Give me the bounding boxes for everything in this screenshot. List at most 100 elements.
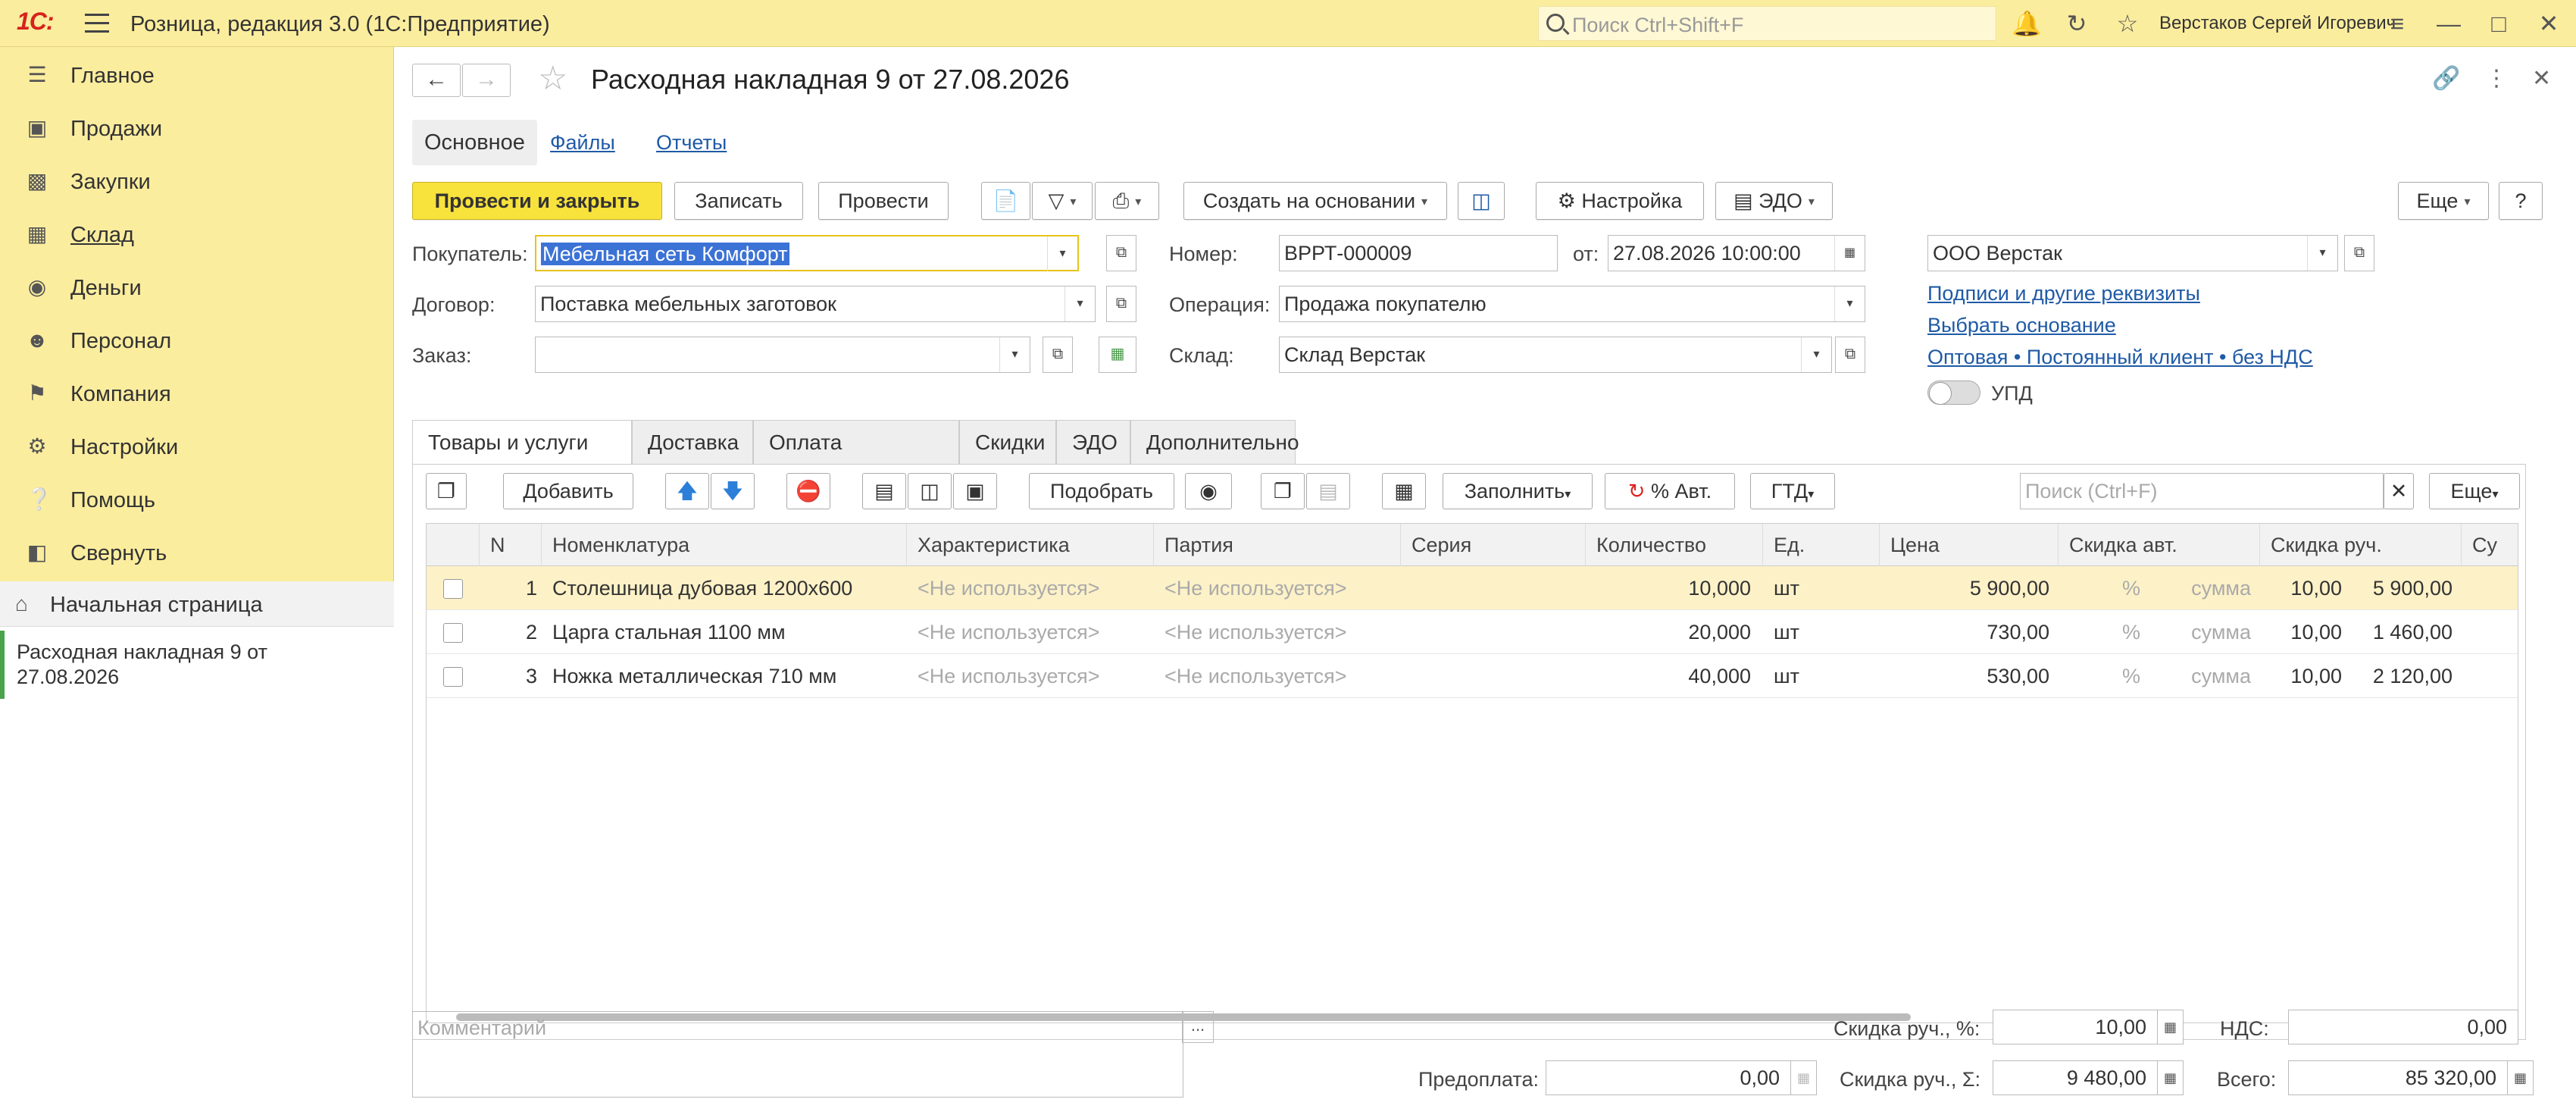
- signatures-link[interactable]: Подписи и другие реквизиты: [1927, 282, 2200, 305]
- calendar-icon[interactable]: ▦: [1834, 236, 1865, 271]
- tab-payment[interactable]: Оплата (Вручную): [753, 420, 959, 498]
- move-up-icon[interactable]: 🡅: [665, 473, 709, 509]
- sidebar-item-settings[interactable]: ⚙ Настройки: [0, 424, 394, 470]
- organization-field[interactable]: ООО Верстак ▾: [1927, 235, 2338, 271]
- tsd-icon[interactable]: ▣: [953, 473, 997, 509]
- excel-icon[interactable]: ▦: [1382, 473, 1426, 509]
- global-search-input[interactable]: Поиск Ctrl+Shift+F: [1538, 6, 1996, 41]
- forward-button[interactable]: →: [462, 64, 511, 97]
- sidebar-item-purchases[interactable]: ▩ Закупки: [0, 159, 394, 205]
- sidebar-item-warehouse[interactable]: ▦ Склад: [0, 212, 394, 258]
- number-field[interactable]: ВРРТ-000009: [1279, 235, 1558, 271]
- barcode-icon[interactable]: ▤: [862, 473, 906, 509]
- main-menu-icon[interactable]: [85, 14, 109, 33]
- col-quantity[interactable]: Количество: [1586, 524, 1763, 566]
- sidebar-item-collapse[interactable]: ◧ Свернуть: [0, 531, 394, 576]
- bell-icon[interactable]: 🔔: [2012, 10, 2042, 37]
- table-row[interactable]: 3 Ножка металлическая 710 мм <Не использ…: [427, 654, 2518, 698]
- sidebar-item-help[interactable]: ❔ Помощь: [0, 478, 394, 523]
- col-sum[interactable]: Су: [2462, 524, 2518, 566]
- col-characteristic[interactable]: Характеристика: [907, 524, 1154, 566]
- filter-dropdown-icon[interactable]: ▽ ▾: [1032, 182, 1093, 220]
- gtd-button[interactable]: ГТД▾: [1750, 473, 1835, 509]
- chevron-down-icon[interactable]: ▾: [1801, 337, 1831, 372]
- tab-files[interactable]: Файлы: [538, 120, 627, 165]
- row-checkbox[interactable]: [443, 579, 463, 599]
- calculator-icon[interactable]: ▦: [2508, 1060, 2534, 1095]
- chevron-down-icon[interactable]: ▾: [1064, 287, 1095, 321]
- copy-icon[interactable]: ❐: [1261, 473, 1305, 509]
- col-batch[interactable]: Партия: [1154, 524, 1401, 566]
- operation-field[interactable]: Продажа покупателю ▾: [1279, 286, 1865, 322]
- contract-field[interactable]: Поставка мебельных заготовок ▾: [535, 286, 1096, 322]
- row-checkbox[interactable]: [443, 623, 463, 643]
- calculator-icon[interactable]: ▦: [2158, 1060, 2184, 1095]
- comment-expand-button[interactable]: ...: [1182, 1011, 1214, 1043]
- chevron-down-icon[interactable]: ▾: [1834, 287, 1865, 321]
- help-button[interactable]: ?: [2499, 182, 2543, 220]
- post-and-close-button[interactable]: Провести и закрыть: [412, 182, 662, 220]
- calculator-icon[interactable]: ▦: [1791, 1060, 1817, 1095]
- fill-button[interactable]: Заполнить▾: [1443, 473, 1593, 509]
- sidebar-item-money[interactable]: ◉ Деньги: [0, 265, 394, 311]
- table-search-input[interactable]: Поиск (Ctrl+F): [2020, 473, 2384, 509]
- favorite-star-icon[interactable]: ☆: [538, 62, 567, 96]
- date-field[interactable]: 27.08.2026 10:00:00 ▦: [1608, 235, 1865, 271]
- col-nomenclature[interactable]: Номенклатура: [542, 524, 907, 566]
- post-button[interactable]: Провести: [818, 182, 949, 220]
- save-button[interactable]: Записать: [674, 182, 803, 220]
- more-button[interactable]: Еще ▾: [2398, 182, 2489, 220]
- current-user[interactable]: Верстаков Сергей Игоревич: [2159, 13, 2396, 34]
- history-icon[interactable]: ↻: [2063, 10, 2090, 37]
- order-field[interactable]: ▾: [535, 337, 1030, 373]
- col-auto-discount[interactable]: Скидка авт.: [2059, 524, 2260, 566]
- delete-row-icon[interactable]: ⛔: [786, 473, 830, 509]
- move-down-icon[interactable]: 🡇: [711, 473, 755, 509]
- close-form-icon[interactable]: ✕: [2532, 65, 2551, 92]
- organization-open-icon[interactable]: ⧉: [2344, 235, 2374, 271]
- create-based-on-button[interactable]: Создать на основании ▾: [1183, 182, 1447, 220]
- order-open-icon[interactable]: ⧉: [1043, 337, 1073, 373]
- sidebar-item-main[interactable]: ☰ Главное: [0, 53, 394, 99]
- add-row-button[interactable]: Добавить: [503, 473, 633, 509]
- chevron-down-icon[interactable]: ▾: [2307, 236, 2337, 271]
- back-button[interactable]: ←: [412, 64, 461, 97]
- link-icon[interactable]: 🔗: [2432, 65, 2460, 92]
- copy-rows-icon[interactable]: ❐: [426, 473, 467, 509]
- choose-basis-link[interactable]: Выбрать основание: [1927, 314, 2116, 337]
- minimize-icon[interactable]: —: [2435, 10, 2462, 37]
- col-series[interactable]: Серия: [1401, 524, 1586, 566]
- tab-main[interactable]: Основное: [412, 120, 537, 165]
- table-row[interactable]: 1 Столешница дубовая 1200х600 <Не исполь…: [427, 566, 2518, 610]
- order-fill-icon[interactable]: ▦: [1099, 337, 1136, 373]
- attach-file-icon[interactable]: 📄: [981, 182, 1030, 220]
- comment-field[interactable]: Комментарий: [412, 1011, 1183, 1098]
- settings-button[interactable]: ⚙ Настройка: [1536, 182, 1704, 220]
- col-manual-discount[interactable]: Скидка руч.: [2260, 524, 2462, 566]
- tab-delivery[interactable]: Доставка: [632, 420, 753, 464]
- eye-icon[interactable]: ◉: [1185, 473, 1232, 509]
- tab-edo[interactable]: ЭДО: [1056, 420, 1130, 464]
- calculator-icon[interactable]: ▦: [2158, 1010, 2184, 1044]
- tab-goods[interactable]: Товары и услуги (3): [412, 420, 632, 498]
- tab-reports[interactable]: Отчеты: [644, 120, 739, 165]
- sidebar-item-sales[interactable]: ▣ Продажи: [0, 106, 394, 152]
- buyer-open-icon[interactable]: ⧉: [1106, 235, 1136, 271]
- paste-icon[interactable]: ▤: [1306, 473, 1350, 509]
- row-checkbox[interactable]: [443, 667, 463, 687]
- print-dropdown-icon[interactable]: ⎙ ▾: [1095, 182, 1159, 220]
- warehouse-open-icon[interactable]: ⧉: [1835, 337, 1865, 373]
- manual-discount-sum-field[interactable]: 9 480,00: [1993, 1060, 2158, 1095]
- buyer-field[interactable]: Мебельная сеть Комфорт ▾: [535, 235, 1079, 271]
- manual-discount-pct-field[interactable]: 10,00: [1993, 1010, 2158, 1044]
- tab-discounts[interactable]: Скидки: [959, 420, 1056, 464]
- more-vertical-icon[interactable]: ⋮: [2485, 65, 2508, 92]
- open-document-tab[interactable]: Расходная накладная 9 от 27.08.2026: [0, 631, 394, 699]
- sidebar-item-personnel[interactable]: ☻ Персонал: [0, 318, 394, 364]
- close-window-icon[interactable]: ✕: [2535, 10, 2562, 37]
- sidebar-item-company[interactable]: ⚑ Компания: [0, 371, 394, 417]
- scanner-icon[interactable]: ◫: [908, 473, 952, 509]
- tab-additional[interactable]: Дополнительно: [1130, 420, 1299, 464]
- col-n[interactable]: N: [480, 524, 542, 566]
- edo-button[interactable]: ▤ ЭДО ▾: [1715, 182, 1833, 220]
